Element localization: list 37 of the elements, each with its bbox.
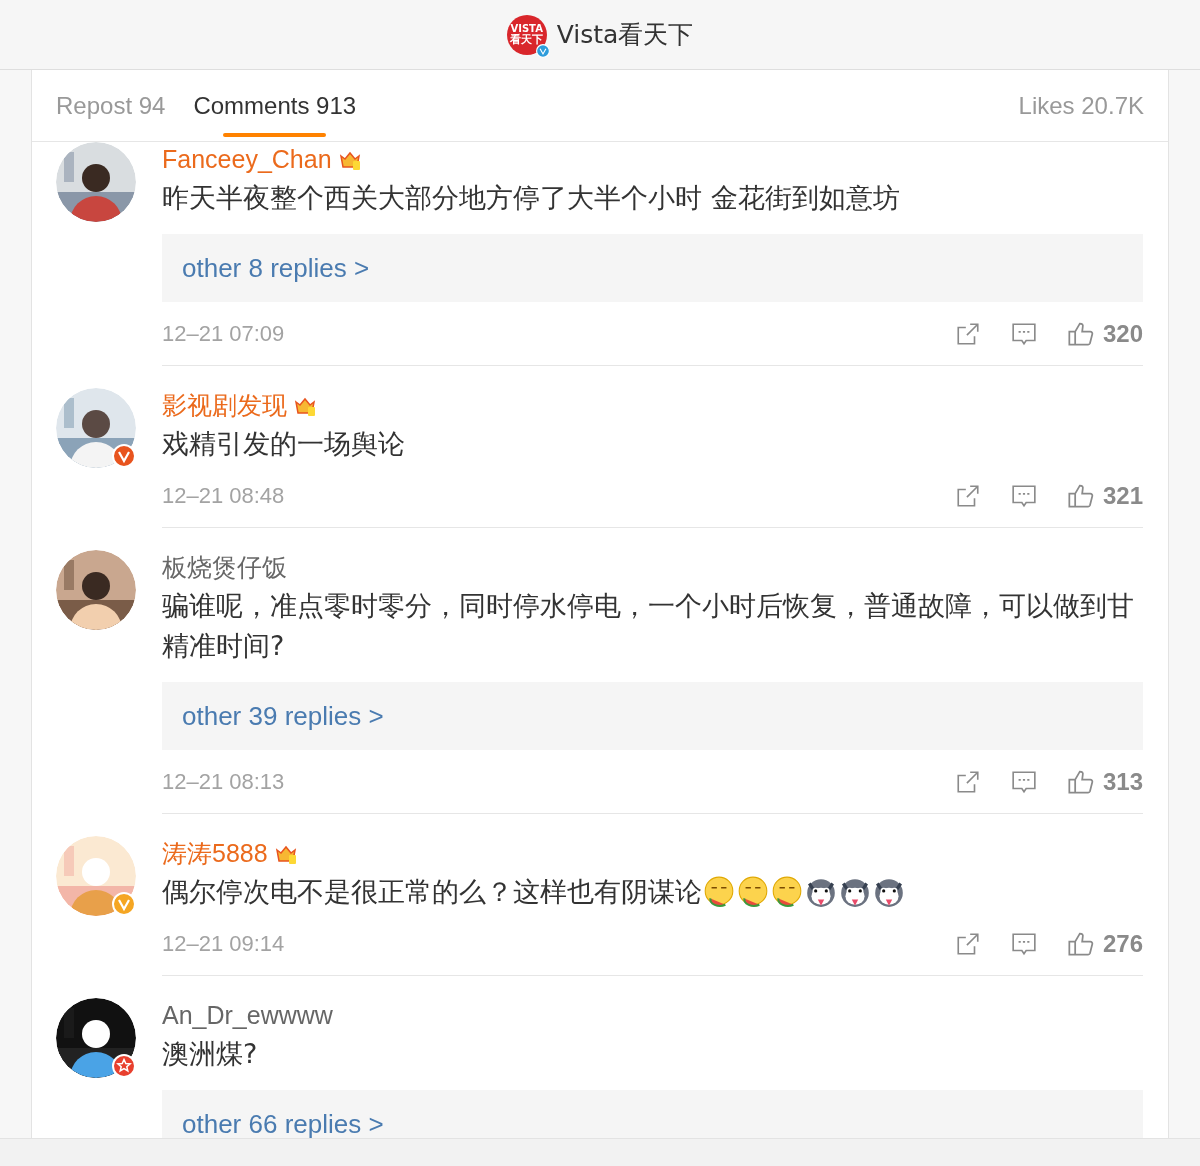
emoji-icon <box>702 875 736 909</box>
like-count: 276 <box>1102 928 1143 959</box>
comment-icon[interactable] <box>1010 320 1037 347</box>
more-replies-link[interactable]: other 39 replies > <box>162 682 1143 750</box>
like-count: 321 <box>1102 480 1143 511</box>
comment-time: 12–21 07:09 <box>162 320 285 348</box>
comment-text: 昨天半夜整个西关大部分地方停了大半个小时 金花街到如意坊 <box>162 181 900 215</box>
share-icon[interactable] <box>954 768 981 795</box>
comment-text: 骗谁呢，准点零时零分，同时停水停电，一个小时后恢复，普通故障，可以做到甘精准时间? <box>162 589 1135 663</box>
share-icon[interactable] <box>954 320 981 347</box>
more-replies-link[interactable]: other 8 replies > <box>162 234 1143 302</box>
comment-icon[interactable] <box>1010 930 1037 957</box>
emoji-icon <box>770 875 804 909</box>
logo: VISTA 看天下 <box>506 14 547 55</box>
comment-icon[interactable] <box>1010 768 1037 795</box>
comment-time: 12–21 08:48 <box>162 482 285 510</box>
comment-icon[interactable] <box>1010 482 1037 509</box>
comment-time: 12–21 08:13 <box>162 768 285 796</box>
tab[interactable]: Repost 94 <box>56 70 166 141</box>
tab[interactable]: Comments 913 <box>193 70 357 141</box>
like-count: 320 <box>1102 318 1143 349</box>
user-name[interactable]: An_Dr_ewwww <box>162 997 333 1035</box>
share-icon[interactable] <box>954 930 981 957</box>
share-icon[interactable] <box>954 482 981 509</box>
more-replies-link[interactable]: other 66 replies > <box>162 1090 1143 1138</box>
user-name[interactable]: 涛涛5888 <box>162 835 268 873</box>
comment-text: 澳洲煤? <box>162 1037 258 1071</box>
likes-count: Likes 20.7K <box>1018 90 1144 121</box>
user-name[interactable]: 板烧煲仔饭 <box>162 549 287 587</box>
user-name[interactable]: Fanceey_Chan <box>162 142 332 179</box>
comment-text: 偶尔停次电不是很正常的么？这样也有阴谋论 <box>162 875 702 909</box>
comment-text: 戏精引发的一场舆论 <box>162 427 405 461</box>
account-title: Vista看天下 <box>556 18 694 51</box>
emoji-icon <box>736 875 770 909</box>
comment-time: 12–21 09:14 <box>162 930 285 958</box>
like-count: 313 <box>1102 766 1143 797</box>
user-name[interactable]: 影视剧发现 <box>162 387 287 425</box>
